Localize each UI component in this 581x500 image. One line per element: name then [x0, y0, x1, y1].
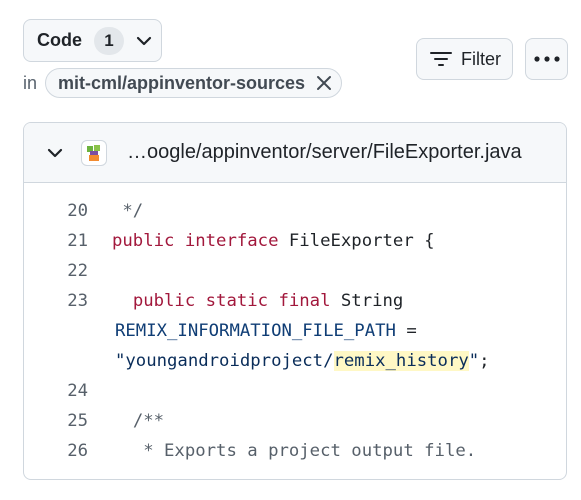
code-keyword: public interface	[112, 231, 279, 251]
line-number[interactable]: 23	[24, 291, 112, 311]
code-line: 21 public interface FileExporter {	[24, 226, 566, 256]
line-number[interactable]: 22	[24, 261, 112, 281]
repo-scope-pill[interactable]: mit-cml/appinventor-sources	[45, 68, 343, 98]
code-text: String	[330, 291, 404, 311]
result-header[interactable]: …oogle/appinventor/server/FileExporter.j…	[24, 123, 566, 183]
code-comment: /**	[132, 411, 165, 431]
code-text: =	[395, 321, 417, 341]
line-number[interactable]: 26	[24, 441, 112, 461]
code-string: "youngandroidproject/	[115, 351, 334, 371]
chevron-down-icon	[134, 31, 154, 51]
results-count-badge: 1	[94, 26, 124, 55]
code-snippet: 20 */ 21 public interface FileExporter {…	[24, 183, 566, 466]
code-line: 26 * Exports a project output file.	[24, 436, 566, 466]
scope-row: in mit-cml/appinventor-sources	[23, 68, 343, 98]
code-text: FileExporter {	[278, 231, 435, 251]
line-number[interactable]: 20	[24, 201, 112, 221]
code-text: ;	[479, 351, 490, 371]
code-string: "	[468, 351, 480, 371]
kebab-icon	[533, 56, 560, 62]
code-search-result: …oogle/appinventor/server/FileExporter.j…	[23, 122, 567, 480]
chevron-down-icon[interactable]	[45, 143, 65, 163]
code-line: 20 */	[24, 196, 566, 226]
code-label: Code	[37, 30, 82, 50]
code-line: 24	[24, 376, 566, 406]
scope-prefix: in	[23, 72, 38, 93]
line-number[interactable]: 25	[24, 411, 112, 431]
filter-label: Filter	[461, 48, 501, 69]
repo-scope-label: mit-cml/appinventor-sources	[58, 72, 306, 93]
close-icon[interactable]	[315, 74, 333, 92]
code-text: */	[112, 201, 144, 221]
result-file-path[interactable]: …oogle/appinventor/server/FileExporter.j…	[127, 141, 522, 164]
code-constant: REMIX_INFORMATION_FILE_PATH	[115, 321, 396, 341]
filter-button[interactable]: Filter	[416, 38, 513, 80]
line-number[interactable]: 24	[24, 381, 112, 401]
code-line-continuation: REMIX_INFORMATION_FILE_PATH =	[24, 316, 566, 346]
search-match-highlight: remix_history	[333, 351, 469, 371]
filter-icon	[430, 50, 452, 68]
code-comment: * Exports a project output file.	[132, 441, 477, 461]
code-keyword: public static final	[132, 291, 331, 311]
code-results-button[interactable]: Code 1	[23, 19, 162, 62]
code-line-continuation: "youngandroidproject/remix_history";	[24, 346, 566, 376]
code-line: 22	[24, 256, 566, 286]
more-options-button[interactable]	[525, 38, 568, 80]
code-line: 25 /**	[24, 406, 566, 436]
repo-avatar-icon	[81, 139, 107, 166]
line-number[interactable]: 21	[24, 231, 112, 251]
code-line: 23 public static final String	[24, 286, 566, 316]
